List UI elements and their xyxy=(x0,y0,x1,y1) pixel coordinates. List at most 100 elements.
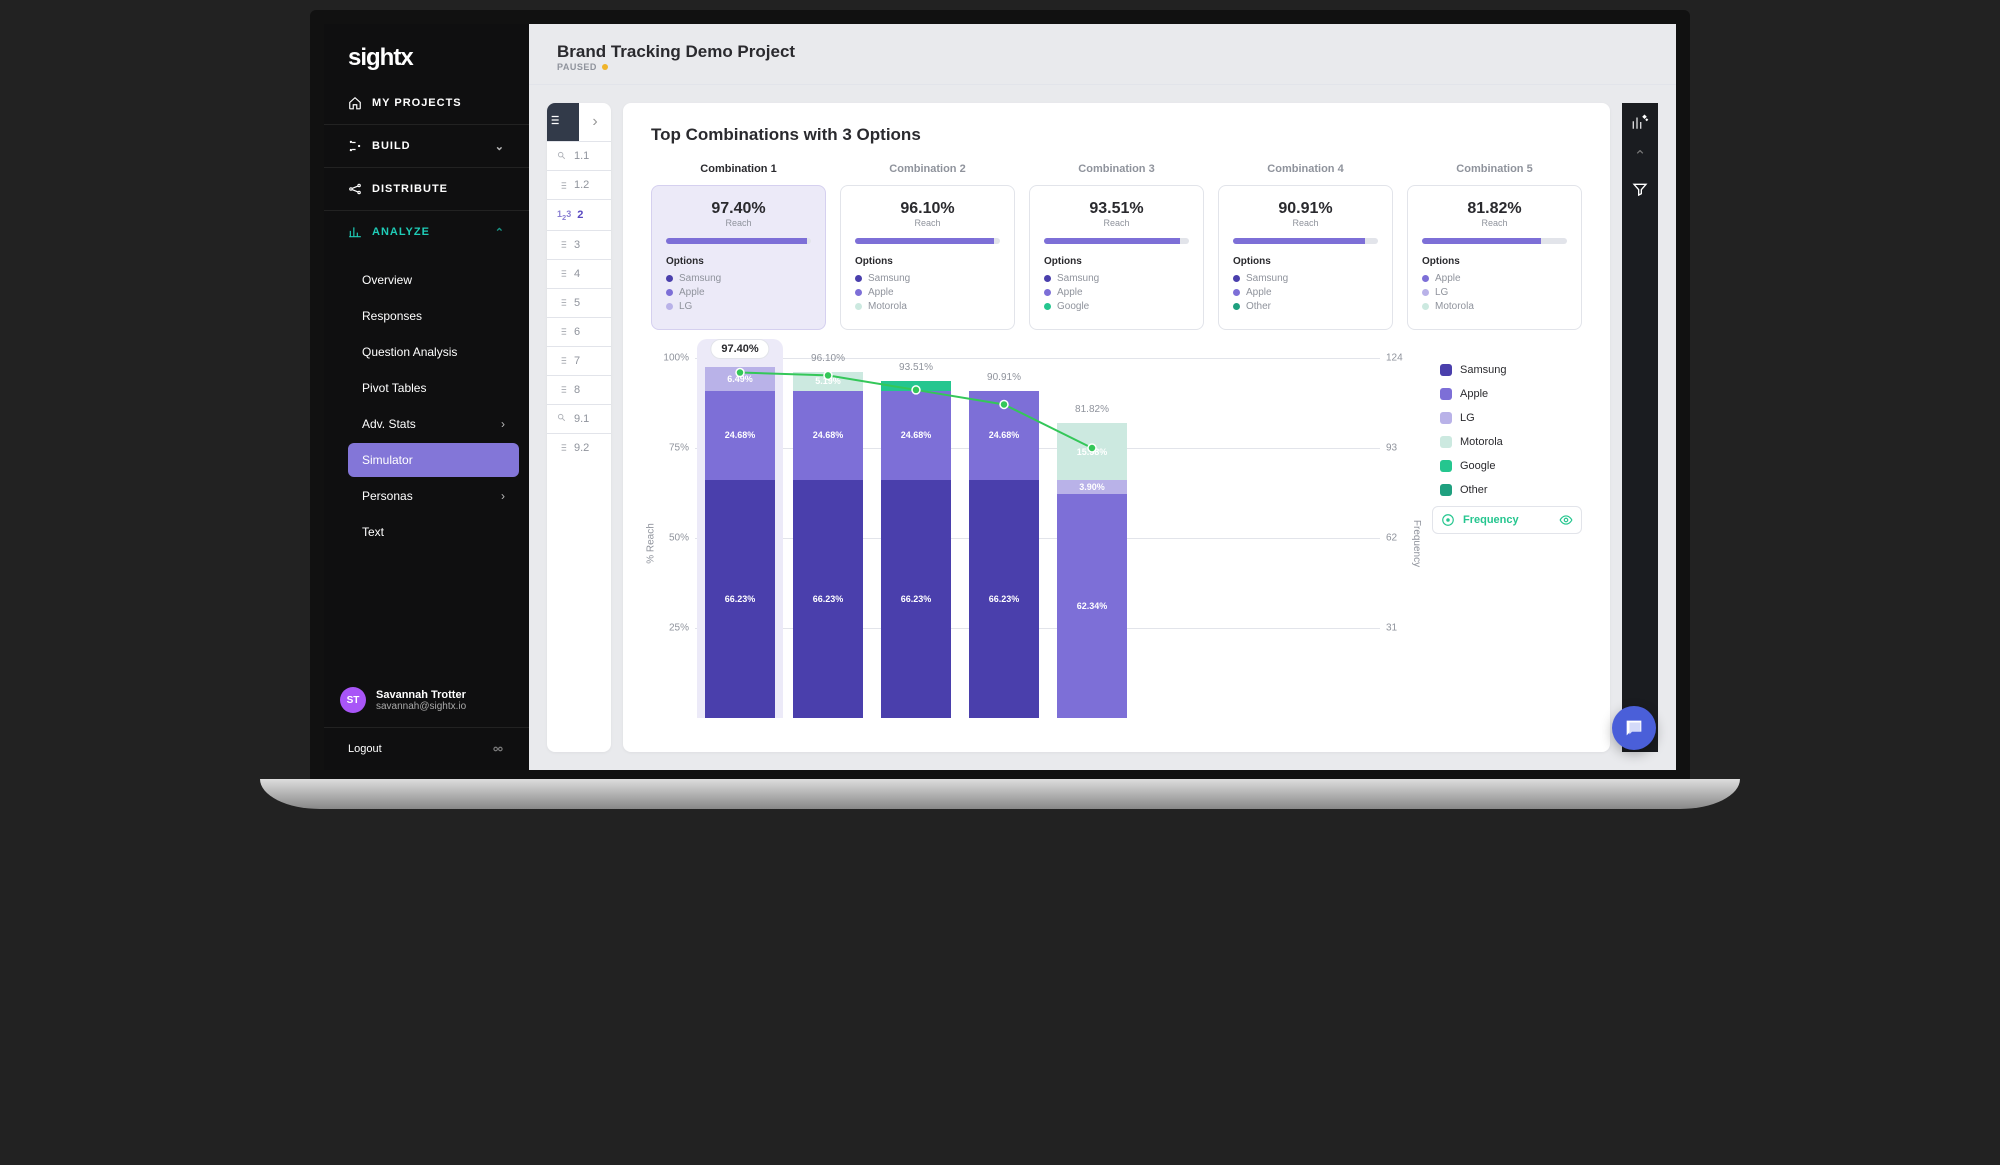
legend-swatch-icon xyxy=(1440,388,1452,400)
question-item-5[interactable]: 5 xyxy=(547,288,611,317)
analyze-submenu: OverviewResponsesQuestion Analysis Pivot … xyxy=(324,253,529,559)
option-label: Samsung xyxy=(1057,273,1099,284)
legend-label: LG xyxy=(1460,412,1475,424)
collapse-button[interactable]: ⌃ xyxy=(1634,147,1647,165)
sidebar-item-label: Personas xyxy=(362,489,413,503)
option-label: Apple xyxy=(679,287,705,298)
chevron-right-icon: › xyxy=(592,113,597,130)
question-item-9-1[interactable]: 9.1 xyxy=(547,404,611,433)
question-number: 1.1 xyxy=(574,150,589,162)
question-type-icon xyxy=(557,384,568,395)
sidebar-item-label: Pivot Tables xyxy=(362,381,426,395)
question-item-1-1[interactable]: 1.1 xyxy=(547,141,611,170)
bar-total-label: 96.10% xyxy=(811,353,845,364)
sidebar-item-text[interactable]: Text xyxy=(348,515,519,549)
option-row: Samsung xyxy=(666,273,811,284)
question-item-1-2[interactable]: 1.2 xyxy=(547,170,611,199)
combo-card-3[interactable]: Combination 393.51%ReachOptionsSamsungAp… xyxy=(1029,163,1204,330)
question-type-icon xyxy=(557,297,568,308)
filter-button[interactable] xyxy=(1632,181,1648,197)
question-item-4[interactable]: 4 xyxy=(547,259,611,288)
combo-card-5[interactable]: Combination 581.82%ReachOptionsAppleLGMo… xyxy=(1407,163,1582,330)
question-item-7[interactable]: 7 xyxy=(547,346,611,375)
option-row: LG xyxy=(1422,287,1567,298)
option-label: Apple xyxy=(868,287,894,298)
logout-link[interactable]: Logout xyxy=(324,727,529,770)
legend-label: Apple xyxy=(1460,388,1488,400)
option-label: Other xyxy=(1246,301,1271,312)
sidebar-section-analyze[interactable]: ANALYZE ⌃ xyxy=(324,210,529,253)
combo-name: Combination 3 xyxy=(1029,163,1204,175)
question-item-9-2[interactable]: 9.2 xyxy=(547,433,611,462)
question-nav: › 1.1 1.21232 3 456789.19.2 xyxy=(547,103,611,752)
chevron-right-icon: › xyxy=(501,489,505,503)
y-tick: 100% xyxy=(663,353,689,364)
user-block[interactable]: ST Savannah Trotter savannah@sightx.io xyxy=(324,673,529,727)
sidebar-item-responses[interactable]: Responses xyxy=(348,299,519,333)
sidebar-item-adv-stats[interactable]: Adv. Stats› xyxy=(348,407,519,441)
option-label: Motorola xyxy=(868,301,907,312)
combo-card-2[interactable]: Combination 296.10%ReachOptionsSamsungAp… xyxy=(840,163,1015,330)
my-projects-label: MY PROJECTS xyxy=(372,97,462,109)
legend-item[interactable]: Samsung xyxy=(1432,358,1582,382)
sidebar-section-build[interactable]: BUILD ⌄ xyxy=(324,124,529,167)
sidebar-item-personas[interactable]: Personas › xyxy=(348,479,519,513)
distribute-icon xyxy=(348,182,362,196)
legend-item[interactable]: Apple xyxy=(1432,382,1582,406)
option-dot-icon xyxy=(1422,289,1429,296)
legend-frequency-toggle[interactable]: Frequency xyxy=(1432,506,1582,534)
option-label: Apple xyxy=(1057,287,1083,298)
legend-item[interactable]: Motorola xyxy=(1432,430,1582,454)
avatar: ST xyxy=(340,687,366,713)
question-item-3[interactable]: 3 xyxy=(547,230,611,259)
sidebar-item-overview[interactable]: Overview xyxy=(348,263,519,297)
main-panel: Brand Tracking Demo Project PAUSED › 1.1… xyxy=(529,24,1676,770)
y2-tick: 93 xyxy=(1386,443,1397,454)
sidebar-item-question-analysis[interactable]: Question Analysis xyxy=(348,335,519,369)
combo-name: Combination 1 xyxy=(651,163,826,175)
legend-item[interactable]: Google xyxy=(1432,454,1582,478)
legend-item[interactable]: Other xyxy=(1432,478,1582,502)
reach-label: Reach xyxy=(1044,218,1189,228)
reach-label: Reach xyxy=(855,218,1000,228)
combo-card-4[interactable]: Combination 490.91%ReachOptionsSamsungAp… xyxy=(1218,163,1393,330)
question-type-icon xyxy=(557,151,568,162)
option-label: Motorola xyxy=(1435,301,1474,312)
qnav-next-tab[interactable]: › xyxy=(579,103,611,141)
combo-name: Combination 5 xyxy=(1407,163,1582,175)
bar-segment: 15.58% xyxy=(1057,423,1127,479)
qnav-list-tab[interactable] xyxy=(547,103,579,141)
option-label: Apple xyxy=(1435,273,1461,284)
question-item-2[interactable]: 1232 xyxy=(547,199,611,230)
question-number: 3 xyxy=(574,239,580,251)
y-tick: 25% xyxy=(669,623,689,634)
option-dot-icon xyxy=(855,289,862,296)
y2-axis-label: Frequency xyxy=(1411,520,1422,567)
chat-launcher[interactable] xyxy=(1612,706,1656,750)
legend-item[interactable]: LG xyxy=(1432,406,1582,430)
chevron-right-icon: › xyxy=(501,417,505,431)
ai-wand-button[interactable] xyxy=(1631,113,1649,131)
sidebar-section-distribute[interactable]: DISTRIBUTE xyxy=(324,167,529,210)
chevron-up-icon: ⌃ xyxy=(1634,148,1647,165)
combo-card-1[interactable]: Combination 197.40%ReachOptionsSamsungAp… xyxy=(651,163,826,330)
sidebar-item-pivot-tables[interactable]: Pivot Tables xyxy=(348,371,519,405)
option-dot-icon xyxy=(1044,275,1051,282)
option-row: Apple xyxy=(855,287,1000,298)
question-item-8[interactable]: 8 xyxy=(547,375,611,404)
sidebar-item-simulator[interactable]: Simulator xyxy=(348,443,519,477)
option-dot-icon xyxy=(666,303,673,310)
project-status-text: PAUSED xyxy=(557,62,597,72)
option-label: Samsung xyxy=(679,273,721,284)
reach-chart: % Reach 25%50%75%100% 97.40%66.23%24.68%… xyxy=(651,358,1416,718)
question-item-6[interactable]: 6 xyxy=(547,317,611,346)
legend-freq-label: Frequency xyxy=(1463,514,1519,526)
my-projects-link[interactable]: MY PROJECTS xyxy=(324,82,529,124)
option-dot-icon xyxy=(855,303,862,310)
combination-cards: Combination 1 97.40% Reach Options Samsung Ap… xyxy=(651,163,1582,330)
option-dot-icon xyxy=(1044,289,1051,296)
option-dot-icon xyxy=(1044,303,1051,310)
reach-value: 96.10% xyxy=(855,200,1000,218)
reach-value: 97.40% xyxy=(666,200,811,218)
options-header: Options xyxy=(666,256,811,267)
